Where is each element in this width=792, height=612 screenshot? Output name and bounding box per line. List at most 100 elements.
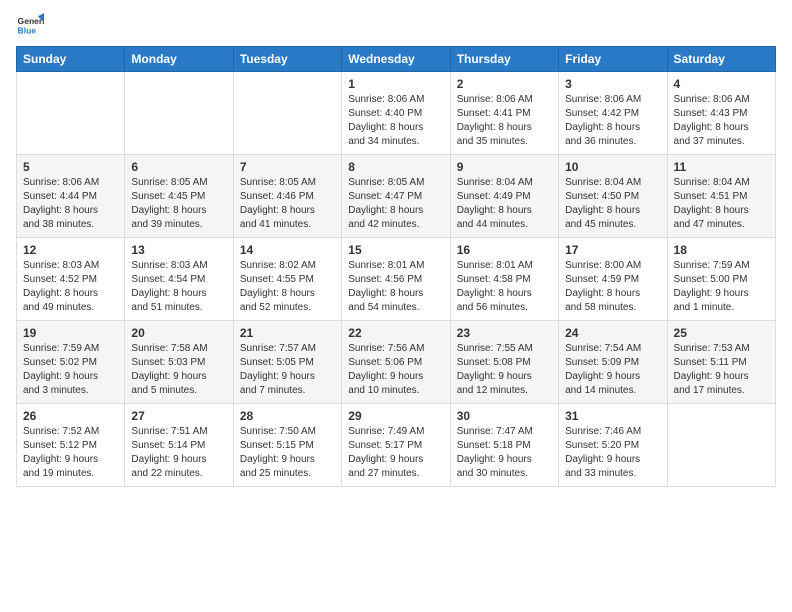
calendar-cell-3-1: 20 Sunrise: 7:58 AM Sunset: 5:03 PM Dayli… bbox=[125, 321, 233, 404]
day-info: Sunrise: 8:06 AM Sunset: 4:42 PM Dayligh… bbox=[565, 93, 660, 149]
day-number: 1 bbox=[348, 77, 443, 91]
day-number: 2 bbox=[457, 77, 552, 91]
header: General Blue bbox=[16, 10, 776, 38]
calendar-cell-4-2: 28Sunrise: 7:50 AM Sunset: 5:15 PM Dayli… bbox=[233, 404, 341, 487]
day-info: Sunrise: 7:47 AM Sunset: 5:18 PM Dayligh… bbox=[457, 425, 552, 481]
calendar-cell-1-4: 9 Sunrise: 8:04 AM Sunset: 4:49 PM Daylig… bbox=[450, 155, 558, 238]
calendar-cell-1-3: 8 Sunrise: 8:05 AM Sunset: 4:47 PM Daylig… bbox=[342, 155, 450, 238]
weekday-header-monday: Monday bbox=[125, 47, 233, 72]
day-info: Sunrise: 7:49 AM Sunset: 5:17 PM Dayligh… bbox=[348, 425, 443, 481]
day-info: Sunrise: 8:00 AM Sunset: 4:59 PM Dayligh… bbox=[565, 259, 660, 315]
calendar-cell-3-0: 19Sunrise: 7:59 AM Sunset: 5:02 PM Dayli… bbox=[17, 321, 125, 404]
day-number: 7 bbox=[240, 160, 335, 174]
day-info: Sunrise: 8:05 AM Sunset: 4:46 PM Dayligh… bbox=[240, 176, 335, 232]
calendar-cell-0-4: 2 Sunrise: 8:06 AM Sunset: 4:41 PM Daylig… bbox=[450, 72, 558, 155]
calendar-table: SundayMondayTuesdayWednesdayThursdayFrid… bbox=[16, 46, 776, 487]
week-row-1: 5Sunrise: 8:06 AM Sunset: 4:44 PM Daylig… bbox=[17, 155, 776, 238]
calendar-cell-0-6: 4 Sunrise: 8:06 AM Sunset: 4:43 PM Daylig… bbox=[667, 72, 775, 155]
calendar-cell-3-2: 21 Sunrise: 7:57 AM Sunset: 5:05 PM Dayli… bbox=[233, 321, 341, 404]
day-number: 4 bbox=[674, 77, 769, 91]
logo-icon: General Blue bbox=[16, 10, 44, 38]
day-number: 17 bbox=[565, 243, 660, 257]
calendar-cell-4-5: 31Sunrise: 7:46 AM Sunset: 5:20 PM Dayli… bbox=[559, 404, 667, 487]
day-number: 20 bbox=[131, 326, 226, 340]
day-number: 27 bbox=[131, 409, 226, 423]
day-number: 9 bbox=[457, 160, 552, 174]
calendar-cell-2-3: 15 Sunrise: 8:01 AM Sunset: 4:56 PM Dayli… bbox=[342, 238, 450, 321]
day-info: Sunrise: 8:05 AM Sunset: 4:45 PM Dayligh… bbox=[131, 176, 226, 232]
day-number: 28 bbox=[240, 409, 335, 423]
calendar-cell-4-1: 27 Sunrise: 7:51 AM Sunset: 5:14 PM Dayli… bbox=[125, 404, 233, 487]
day-info: Sunrise: 8:04 AM Sunset: 4:49 PM Dayligh… bbox=[457, 176, 552, 232]
day-info: Sunrise: 7:59 AM Sunset: 5:00 PM Dayligh… bbox=[674, 259, 769, 315]
day-info: Sunrise: 7:58 AM Sunset: 5:03 PM Dayligh… bbox=[131, 342, 226, 398]
day-info: Sunrise: 8:01 AM Sunset: 4:56 PM Dayligh… bbox=[348, 259, 443, 315]
weekday-header-tuesday: Tuesday bbox=[233, 47, 341, 72]
weekday-header-sunday: Sunday bbox=[17, 47, 125, 72]
day-info: Sunrise: 8:04 AM Sunset: 4:50 PM Dayligh… bbox=[565, 176, 660, 232]
week-row-3: 19Sunrise: 7:59 AM Sunset: 5:02 PM Dayli… bbox=[17, 321, 776, 404]
day-number: 26 bbox=[23, 409, 118, 423]
day-info: Sunrise: 7:53 AM Sunset: 5:11 PM Dayligh… bbox=[674, 342, 769, 398]
day-number: 14 bbox=[240, 243, 335, 257]
calendar-cell-2-5: 17 Sunrise: 8:00 AM Sunset: 4:59 PM Dayli… bbox=[559, 238, 667, 321]
weekday-header-row: SundayMondayTuesdayWednesdayThursdayFrid… bbox=[17, 47, 776, 72]
day-number: 8 bbox=[348, 160, 443, 174]
weekday-header-thursday: Thursday bbox=[450, 47, 558, 72]
calendar-cell-4-4: 30Sunrise: 7:47 AM Sunset: 5:18 PM Dayli… bbox=[450, 404, 558, 487]
calendar-cell-0-1 bbox=[125, 72, 233, 155]
day-number: 18 bbox=[674, 243, 769, 257]
calendar-cell-0-3: 1 Sunrise: 8:06 AM Sunset: 4:40 PM Daylig… bbox=[342, 72, 450, 155]
calendar-cell-1-2: 7 Sunrise: 8:05 AM Sunset: 4:46 PM Daylig… bbox=[233, 155, 341, 238]
weekday-header-friday: Friday bbox=[559, 47, 667, 72]
day-info: Sunrise: 8:01 AM Sunset: 4:58 PM Dayligh… bbox=[457, 259, 552, 315]
day-info: Sunrise: 8:04 AM Sunset: 4:51 PM Dayligh… bbox=[674, 176, 769, 232]
day-number: 3 bbox=[565, 77, 660, 91]
day-info: Sunrise: 7:46 AM Sunset: 5:20 PM Dayligh… bbox=[565, 425, 660, 481]
day-info: Sunrise: 8:05 AM Sunset: 4:47 PM Dayligh… bbox=[348, 176, 443, 232]
day-number: 13 bbox=[131, 243, 226, 257]
calendar-cell-4-3: 29 Sunrise: 7:49 AM Sunset: 5:17 PM Dayli… bbox=[342, 404, 450, 487]
calendar-cell-4-0: 26Sunrise: 7:52 AM Sunset: 5:12 PM Dayli… bbox=[17, 404, 125, 487]
day-info: Sunrise: 7:51 AM Sunset: 5:14 PM Dayligh… bbox=[131, 425, 226, 481]
calendar-cell-1-5: 10 Sunrise: 8:04 AM Sunset: 4:50 PM Dayli… bbox=[559, 155, 667, 238]
calendar-cell-2-6: 18 Sunrise: 7:59 AM Sunset: 5:00 PM Dayli… bbox=[667, 238, 775, 321]
day-number: 29 bbox=[348, 409, 443, 423]
day-info: Sunrise: 8:06 AM Sunset: 4:41 PM Dayligh… bbox=[457, 93, 552, 149]
svg-text:Blue: Blue bbox=[18, 25, 37, 35]
day-info: Sunrise: 8:06 AM Sunset: 4:40 PM Dayligh… bbox=[348, 93, 443, 149]
calendar-cell-0-2 bbox=[233, 72, 341, 155]
day-number: 15 bbox=[348, 243, 443, 257]
weekday-header-saturday: Saturday bbox=[667, 47, 775, 72]
calendar-cell-2-2: 14 Sunrise: 8:02 AM Sunset: 4:55 PM Dayli… bbox=[233, 238, 341, 321]
day-number: 21 bbox=[240, 326, 335, 340]
calendar-cell-2-4: 16Sunrise: 8:01 AM Sunset: 4:58 PM Dayli… bbox=[450, 238, 558, 321]
day-info: Sunrise: 7:54 AM Sunset: 5:09 PM Dayligh… bbox=[565, 342, 660, 398]
calendar-cell-3-5: 24 Sunrise: 7:54 AM Sunset: 5:09 PM Dayli… bbox=[559, 321, 667, 404]
day-number: 23 bbox=[457, 326, 552, 340]
day-number: 10 bbox=[565, 160, 660, 174]
logo: General Blue bbox=[16, 10, 48, 38]
calendar-cell-0-0 bbox=[17, 72, 125, 155]
week-row-0: 1 Sunrise: 8:06 AM Sunset: 4:40 PM Daylig… bbox=[17, 72, 776, 155]
day-info: Sunrise: 7:59 AM Sunset: 5:02 PM Dayligh… bbox=[23, 342, 118, 398]
day-number: 11 bbox=[674, 160, 769, 174]
day-info: Sunrise: 7:55 AM Sunset: 5:08 PM Dayligh… bbox=[457, 342, 552, 398]
page: General Blue SundayMondayTuesdayWednesda… bbox=[0, 0, 792, 612]
day-info: Sunrise: 7:57 AM Sunset: 5:05 PM Dayligh… bbox=[240, 342, 335, 398]
day-info: Sunrise: 8:06 AM Sunset: 4:44 PM Dayligh… bbox=[23, 176, 118, 232]
calendar-cell-2-0: 12Sunrise: 8:03 AM Sunset: 4:52 PM Dayli… bbox=[17, 238, 125, 321]
week-row-2: 12Sunrise: 8:03 AM Sunset: 4:52 PM Dayli… bbox=[17, 238, 776, 321]
day-info: Sunrise: 7:56 AM Sunset: 5:06 PM Dayligh… bbox=[348, 342, 443, 398]
calendar-cell-3-3: 22 Sunrise: 7:56 AM Sunset: 5:06 PM Dayli… bbox=[342, 321, 450, 404]
calendar-cell-1-6: 11 Sunrise: 8:04 AM Sunset: 4:51 PM Dayli… bbox=[667, 155, 775, 238]
day-number: 22 bbox=[348, 326, 443, 340]
calendar-cell-0-5: 3 Sunrise: 8:06 AM Sunset: 4:42 PM Daylig… bbox=[559, 72, 667, 155]
calendar-cell-2-1: 13Sunrise: 8:03 AM Sunset: 4:54 PM Dayli… bbox=[125, 238, 233, 321]
day-number: 6 bbox=[131, 160, 226, 174]
day-number: 24 bbox=[565, 326, 660, 340]
calendar-cell-3-6: 25Sunrise: 7:53 AM Sunset: 5:11 PM Dayli… bbox=[667, 321, 775, 404]
calendar-cell-3-4: 23 Sunrise: 7:55 AM Sunset: 5:08 PM Dayli… bbox=[450, 321, 558, 404]
day-info: Sunrise: 8:02 AM Sunset: 4:55 PM Dayligh… bbox=[240, 259, 335, 315]
day-info: Sunrise: 8:06 AM Sunset: 4:43 PM Dayligh… bbox=[674, 93, 769, 149]
